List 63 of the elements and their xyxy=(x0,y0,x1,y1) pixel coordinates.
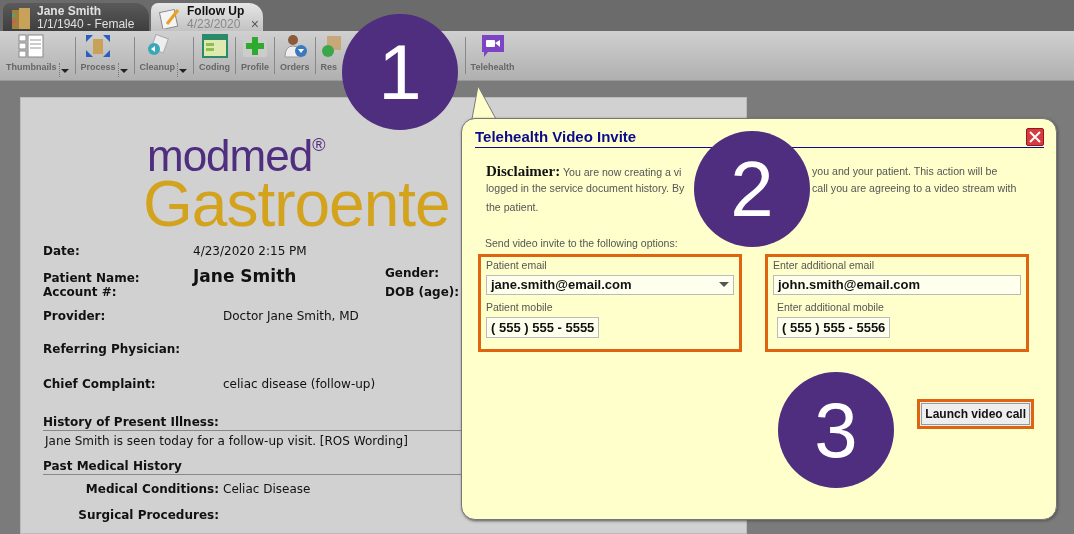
dialog-title: Telehealth Video Invite xyxy=(475,128,637,145)
toolbar-button[interactable]: Res xyxy=(318,34,341,80)
field-label: Patient mobile xyxy=(486,300,554,314)
calendar-icon xyxy=(201,34,228,58)
tab[interactable]: Jane Smith 1/1/1940 - Female xyxy=(3,3,149,31)
tab-title: Follow Up xyxy=(187,4,245,18)
dropdown-arrow-icon[interactable] xyxy=(60,69,69,73)
toolbar-button[interactable]: Thumbnails xyxy=(4,34,59,80)
disclaimer-label: Disclaimer: xyxy=(486,163,561,179)
tab-subtitle: 4/23/2020 xyxy=(187,17,241,31)
logo-text: modmed$^{®}$ xyxy=(147,136,325,176)
thumbnails-icon xyxy=(18,34,45,58)
dropdown-arrow-icon[interactable] xyxy=(119,69,128,73)
close-button[interactable]: × xyxy=(250,17,259,31)
disclaimer-text: call you are agreeing to a video stream with xyxy=(812,181,1018,196)
field-value: celiac disease (follow-up) xyxy=(223,376,376,393)
field-label: Patient email xyxy=(486,258,548,272)
field-label: Patient Name: xyxy=(43,270,141,287)
field-label: Enter additional email xyxy=(773,258,875,272)
toolbar-button[interactable]: Cleanup xyxy=(137,34,178,80)
phone-field[interactable]: ( 555 ) 555 - 5556 xyxy=(777,316,891,338)
toolbar-button[interactable]: Telehealth xyxy=(468,34,517,80)
disclaimer-text: you and your patient. This action will be xyxy=(812,164,999,179)
field-label: Enter additional mobile xyxy=(776,300,885,314)
field-value: Doctor Jane Smith, MD xyxy=(223,308,359,325)
disclaimer-text: You are now creating a vi xyxy=(562,166,682,178)
field-label: Account #: xyxy=(43,284,118,301)
field-label: Date: xyxy=(43,243,81,260)
toolbar-button[interactable]: Coding xyxy=(197,34,233,80)
email-field[interactable]: john.smith@email.com xyxy=(773,274,1021,295)
plus-icon xyxy=(242,34,269,58)
field-value: 4/23/2020 2:15 PM xyxy=(193,243,307,260)
toolbar-button[interactable]: Process xyxy=(78,34,118,80)
field-label: Chief Complaint: xyxy=(43,376,157,393)
section-text: Jane Smith is seen today for a follow-up visit. [ROS Wording] xyxy=(43,433,409,450)
field-label: Gender: xyxy=(385,265,439,282)
field-value: Celiac Disease xyxy=(223,481,311,498)
tab[interactable]: Follow Up 4/23/2020 × xyxy=(151,3,263,31)
tab-title: Jane Smith xyxy=(37,4,103,18)
field-label: Medical Conditions: xyxy=(84,481,219,498)
notepad-pencil-icon xyxy=(159,6,181,29)
close-button[interactable] xyxy=(1026,128,1044,146)
disclaimer-text: the patient. xyxy=(486,201,539,213)
field-value: Jane Smith xyxy=(193,265,297,288)
field-label: Surgical Procedures: xyxy=(77,507,219,524)
disclaimer-text: logged in the service document history. By xyxy=(486,182,685,194)
field-label: Provider: xyxy=(43,308,107,325)
field-label: Referring Physician: xyxy=(43,341,182,358)
caret-icon xyxy=(719,282,729,288)
doctor-icon xyxy=(281,34,308,58)
video-camera-icon xyxy=(479,34,506,58)
toolbar-button[interactable]: Profile xyxy=(239,34,272,80)
folder-arrows-icon xyxy=(85,34,112,58)
phone-field[interactable]: ( 555 ) 555 - 5555 xyxy=(486,316,600,338)
logo-text: Gastroente xyxy=(143,176,450,232)
instruction-text: Send video invite to the following options: xyxy=(485,236,679,251)
tab-subtitle: 1/1/1940 - Female xyxy=(37,17,135,31)
dropdown-arrow-icon[interactable] xyxy=(179,69,188,73)
folder-icon xyxy=(11,5,31,30)
email-dropdown[interactable]: jane.smith@email.com xyxy=(486,274,734,295)
toolbar-button[interactable]: Orders xyxy=(278,34,312,80)
launch-button[interactable]: Launch video call xyxy=(917,398,1034,429)
field-label: DOB (age): xyxy=(385,284,460,301)
